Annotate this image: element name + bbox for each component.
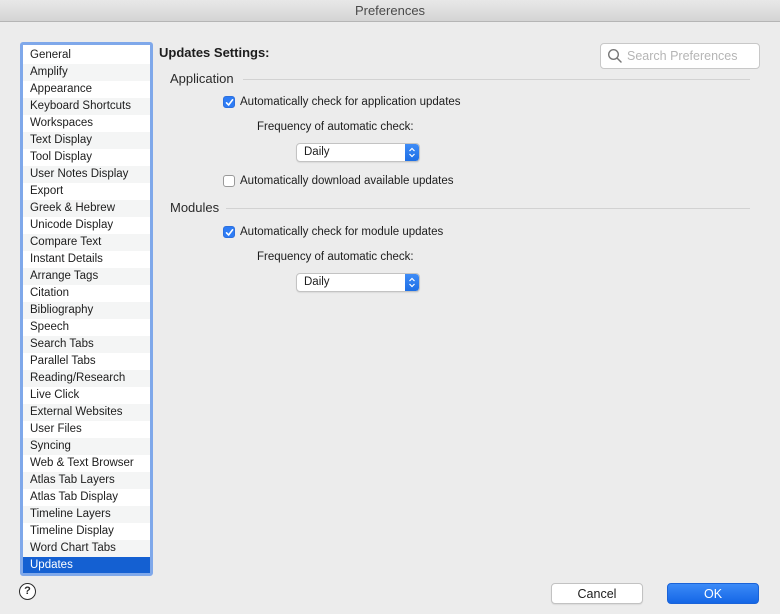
sidebar-item-live-click[interactable]: Live Click (23, 387, 150, 404)
sidebar-item-syncing[interactable]: Syncing (23, 438, 150, 455)
checkbox-label: Automatically download available updates (240, 175, 454, 187)
frequency-label: Frequency of automatic check: (257, 121, 414, 133)
sidebar-item-parallel-tabs[interactable]: Parallel Tabs (23, 353, 150, 370)
select-value: Daily (304, 276, 330, 288)
sidebar-item-word-chart-tabs[interactable]: Word Chart Tabs (23, 540, 150, 557)
sidebar-item-bibliography[interactable]: Bibliography (23, 302, 150, 319)
checkbox-label: Automatically check for module updates (240, 226, 444, 238)
chevron-up-down-icon (405, 144, 419, 161)
auto-check-app-updates-checkbox[interactable]: Automatically check for application upda… (223, 96, 461, 108)
sidebar-item-export[interactable]: Export (23, 183, 150, 200)
checkbox-checked-icon[interactable] (223, 226, 235, 238)
search-input[interactable] (627, 49, 757, 63)
sidebar-item-timeline-display[interactable]: Timeline Display (23, 523, 150, 540)
preferences-sidebar[interactable]: General Amplify Appearance Keyboard Shortcu… (20, 42, 153, 576)
sidebar-item-citation[interactable]: Citation (23, 285, 150, 302)
frequency-label: Frequency of automatic check: (257, 251, 414, 263)
sidebar-item-search-tabs[interactable]: Search Tabs (23, 336, 150, 353)
sidebar-item-amplify[interactable]: Amplify (23, 64, 150, 81)
sidebar-item-workspaces[interactable]: Workspaces (23, 115, 150, 132)
search-field[interactable] (600, 43, 760, 69)
sidebar-item-user-files[interactable]: User Files (23, 421, 150, 438)
select-value: Daily (304, 146, 330, 158)
checkbox-label: Automatically check for application upda… (240, 96, 461, 108)
chevron-up-down-icon (405, 274, 419, 291)
sidebar-item-web-and-text-browser[interactable]: Web & Text Browser (23, 455, 150, 472)
auto-download-updates-checkbox[interactable]: Automatically download available updates (223, 175, 454, 187)
window-titlebar: Preferences (0, 0, 780, 22)
sidebar-item-updates[interactable]: Updates (23, 557, 150, 573)
sidebar-item-text-display[interactable]: Text Display (23, 132, 150, 149)
checkbox-unchecked-icon[interactable] (223, 175, 235, 187)
sidebar-item-timeline-layers[interactable]: Timeline Layers (23, 506, 150, 523)
sidebar-item-appearance[interactable]: Appearance (23, 81, 150, 98)
sidebar-item-instant-details[interactable]: Instant Details (23, 251, 150, 268)
help-button[interactable]: ? (19, 583, 36, 600)
ok-button[interactable]: OK (667, 583, 759, 604)
section-heading-application: Application (170, 71, 234, 86)
sidebar-item-external-websites[interactable]: External Websites (23, 404, 150, 421)
sidebar-item-arrange-tags[interactable]: Arrange Tags (23, 268, 150, 285)
sidebar-item-reading-research[interactable]: Reading/Research (23, 370, 150, 387)
sidebar-item-speech[interactable]: Speech (23, 319, 150, 336)
sidebar-item-greek-and-hebrew[interactable]: Greek & Hebrew (23, 200, 150, 217)
app-frequency-select[interactable]: Daily (296, 143, 420, 162)
sidebar-item-general[interactable]: General (23, 47, 150, 64)
module-frequency-select[interactable]: Daily (296, 273, 420, 292)
section-heading-modules: Modules (170, 200, 220, 215)
cancel-button[interactable]: Cancel (551, 583, 643, 604)
question-icon: ? (24, 585, 31, 597)
page-title: Updates Settings: (159, 45, 270, 60)
sidebar-item-user-notes-display[interactable]: User Notes Display (23, 166, 150, 183)
sidebar-item-atlas-tab-layers[interactable]: Atlas Tab Layers (23, 472, 150, 489)
sidebar-item-compare-text[interactable]: Compare Text (23, 234, 150, 251)
sidebar-item-unicode-display[interactable]: Unicode Display (23, 217, 150, 234)
window-title: Preferences (354, 3, 426, 18)
sidebar-item-keyboard-shortcuts[interactable]: Keyboard Shortcuts (23, 98, 150, 115)
sidebar-list: General Amplify Appearance Keyboard Shortcu… (23, 47, 150, 573)
section-divider (226, 208, 750, 209)
search-icon (607, 48, 622, 63)
section-divider (243, 79, 750, 80)
sidebar-item-tool-display[interactable]: Tool Display (23, 149, 150, 166)
auto-check-module-updates-checkbox[interactable]: Automatically check for module updates (223, 226, 443, 238)
checkbox-checked-icon[interactable] (223, 96, 235, 108)
sidebar-item-atlas-tab-display[interactable]: Atlas Tab Display (23, 489, 150, 506)
